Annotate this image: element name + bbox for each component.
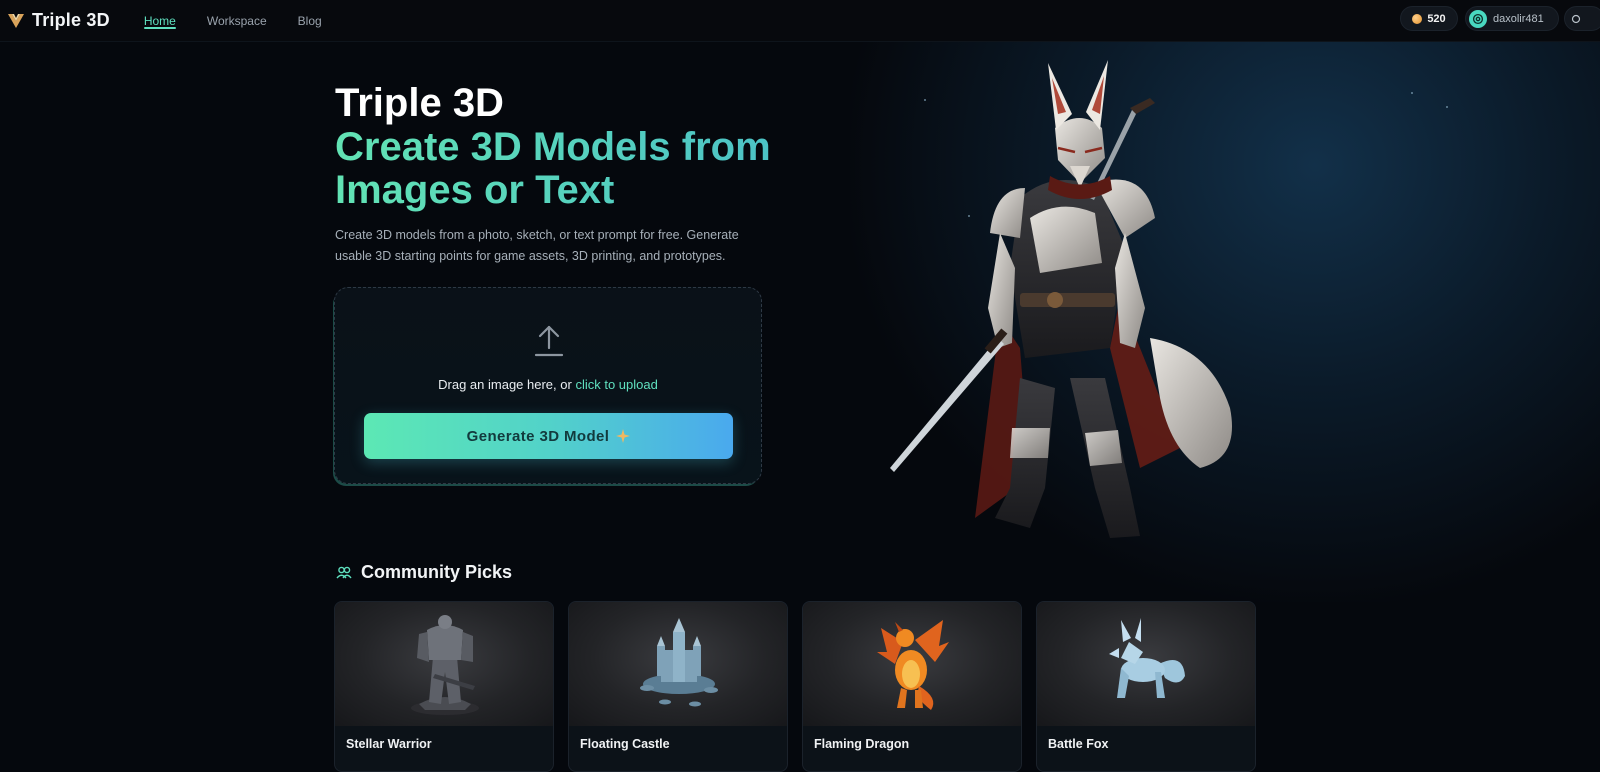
model-preview [569,602,787,726]
model-card[interactable]: Flaming Dragon [802,601,1022,772]
background-star [1446,106,1448,108]
users-icon [336,566,352,578]
top-navigation-bar: Triple 3D Home Workspace Blog 520 daxoli… [0,0,1600,42]
generate-3d-model-button[interactable]: Generate 3D Model [364,413,733,459]
hero-subtitle-line-1: Create 3D Models from [335,125,771,169]
upload-prompt: Drag an image here, or [438,377,572,392]
model-preview [803,602,1021,726]
upload-instructions: Drag an image here, or click to upload [335,377,761,392]
model-title: Battle Fox [1048,737,1109,751]
model-preview [1037,602,1255,726]
user-menu-button[interactable]: daxolir481 [1465,6,1559,31]
background-star [924,99,926,101]
castle-model-icon [640,618,718,707]
community-picks-heading: Community Picks [336,562,512,583]
background-star [1411,92,1413,94]
model-title: Stellar Warrior [346,737,432,751]
model-preview [335,602,553,726]
model-title: Flaming Dragon [814,737,910,751]
nav-home[interactable]: Home [143,0,176,42]
background-star [968,215,970,217]
model-card[interactable]: Stellar Warrior [334,601,554,772]
sparkle-icon [616,429,631,443]
warrior-model-icon [411,615,479,715]
hero-fox-warrior-illustration [880,48,1260,553]
dragon-model-icon [877,620,949,710]
brand-logo-icon [8,13,24,28]
image-upload-dropzone[interactable]: Drag an image here, or click to upload G… [334,287,762,484]
click-to-upload-link[interactable]: click to upload [575,377,657,392]
brand-name: Triple 3D [32,10,110,30]
credits-badge[interactable]: 520 [1400,6,1458,31]
brand[interactable]: Triple 3D [7,10,110,31]
hero-subtitle-line-2: Images or Text [335,169,771,212]
settings-icon [1571,14,1581,23]
generate-button-label: Generate 3D Model [466,427,610,445]
model-card[interactable]: Floating Castle [568,601,788,772]
username: daxolir481 [1493,12,1544,25]
nav-workspace[interactable]: Workspace [207,0,267,42]
coin-icon [1412,13,1423,24]
model-card[interactable]: Battle Fox [1036,601,1256,772]
credits-count: 520 [1427,12,1446,25]
hero-heading: Triple 3D Create 3D Models from Images o… [335,80,771,212]
model-title: Floating Castle [580,737,670,751]
fox-model-icon [1109,618,1185,698]
hero-description: Create 3D models from a photo, sketch, o… [335,228,739,263]
upload-icon [534,325,564,357]
avatar [1469,9,1487,28]
more-menu-button[interactable] [1564,6,1600,31]
nav-blog[interactable]: Blog [298,0,322,42]
community-picks-title: Community Picks [361,562,513,582]
main-nav: Home Workspace Blog [143,0,353,42]
at-sign-icon [1472,13,1484,24]
hero-title: Triple 3D [335,81,504,125]
